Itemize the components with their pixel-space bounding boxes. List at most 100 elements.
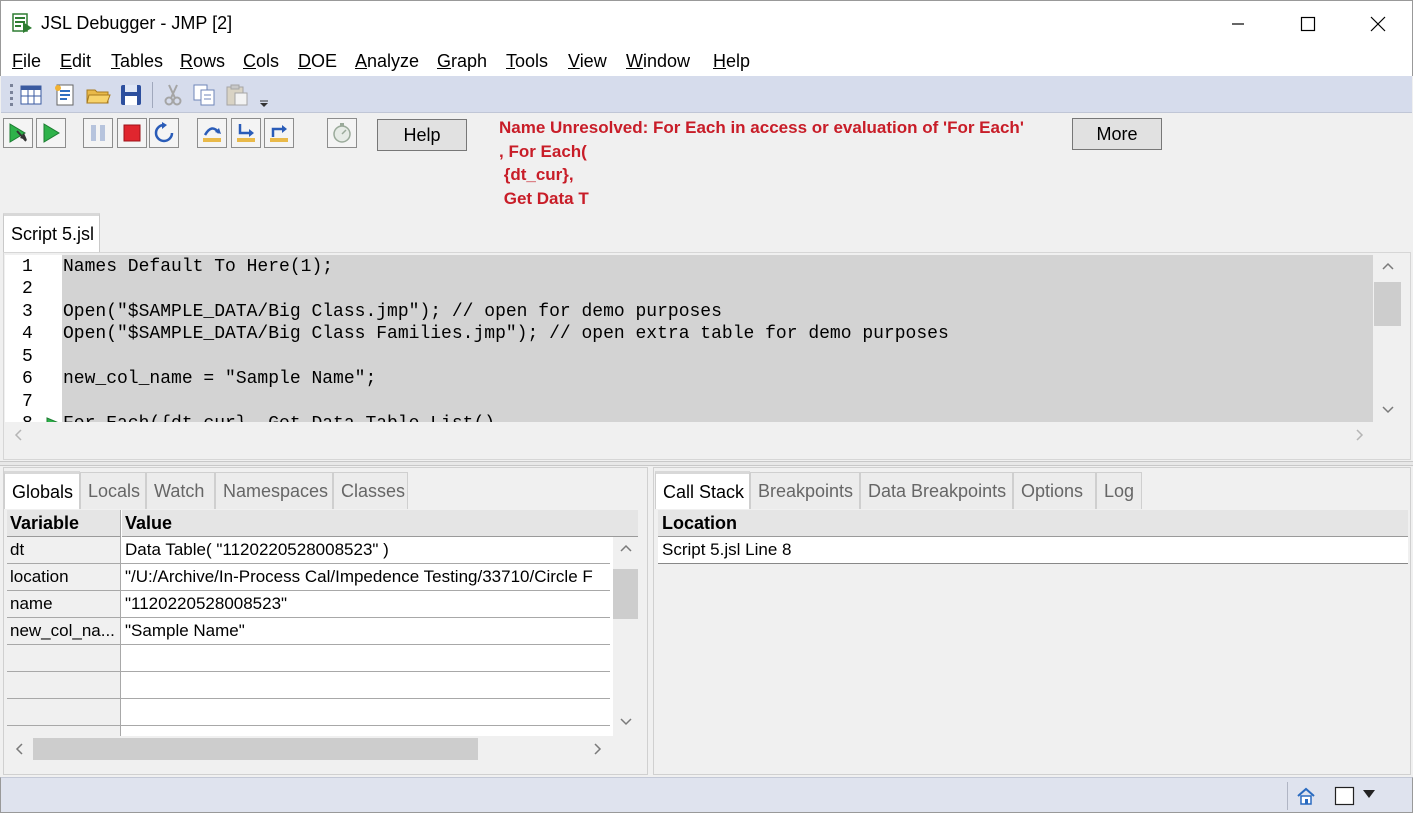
menu-file[interactable]: File — [12, 51, 41, 72]
maximize-button[interactable] — [1273, 1, 1343, 47]
current-line-arrow-icon — [46, 417, 58, 422]
new-data-table-icon[interactable] — [18, 82, 44, 108]
minimize-icon — [1232, 23, 1244, 25]
column-header-value[interactable]: Value — [122, 510, 638, 537]
menu-tables[interactable]: Tables — [111, 51, 163, 72]
tab-log[interactable]: Log — [1096, 472, 1142, 509]
more-button[interactable]: More — [1072, 118, 1162, 150]
open-folder-icon[interactable] — [85, 82, 111, 108]
column-header-location[interactable]: Location — [658, 510, 1408, 537]
scroll-left-icon[interactable] — [13, 428, 23, 442]
table-row[interactable]: location "/U:/Archive/In-Process Cal/Impe… — [7, 564, 610, 591]
tab-script-5[interactable]: Script 5.jsl — [3, 213, 100, 253]
menu-view[interactable]: View — [568, 51, 607, 72]
status-separator — [1287, 782, 1288, 810]
column-header-variable[interactable]: Variable — [7, 510, 121, 537]
table-row[interactable]: name "1120220528008523" — [7, 591, 610, 618]
menu-help[interactable]: Help — [713, 51, 750, 72]
window-title: JSL Debugger - JMP [2] — [41, 13, 233, 33]
pause-button[interactable] — [83, 118, 113, 148]
menu-window[interactable]: Window — [626, 51, 690, 72]
save-icon[interactable] — [118, 82, 144, 108]
menu-bar: File Edit Tables Rows Cols DOE Analyze G… — [0, 46, 1413, 76]
help-button[interactable]: Help — [377, 119, 467, 151]
restart-button[interactable] — [149, 118, 179, 148]
error-message-line: {dt_cur}, — [499, 165, 574, 184]
error-message-line: Get Data T — [499, 189, 589, 208]
menu-analyze[interactable]: Analyze — [355, 51, 419, 72]
scroll-down-icon[interactable] — [619, 717, 633, 727]
step-into-button[interactable] — [231, 118, 261, 148]
run-without-breakpoints-button[interactable] — [3, 118, 33, 148]
scroll-up-icon[interactable] — [1381, 261, 1395, 271]
line-number: 4 — [22, 324, 33, 344]
dropdown-arrow-icon[interactable] — [1362, 788, 1376, 800]
scroll-thumb[interactable] — [1374, 282, 1401, 326]
code-line: 3 Open("$SAMPLE_DATA/Big Class.jmp"); // … — [22, 302, 722, 322]
tab-namespaces[interactable]: Namespaces — [215, 472, 333, 509]
script-editor[interactable]: 1 Names Default To Here(1); 2 3 Open("$SAM… — [3, 252, 1411, 460]
editor-vertical-scrollbar[interactable] — [1373, 255, 1403, 422]
cut-icon[interactable] — [160, 82, 186, 108]
callstack-pane: Call Stack Breakpoints Data Breakpoints … — [653, 467, 1411, 775]
globals-horizontal-scrollbar[interactable] — [7, 736, 638, 762]
window-list-icon[interactable] — [1334, 786, 1356, 806]
tab-locals[interactable]: Locals — [80, 472, 146, 509]
tab-watch[interactable]: Watch — [146, 472, 215, 509]
toolbar-grip[interactable] — [10, 84, 13, 106]
tab-breakpoints[interactable]: Breakpoints — [750, 472, 860, 509]
run-button[interactable] — [36, 118, 66, 148]
table-row[interactable]: new_col_na... "Sample Name" — [7, 618, 610, 645]
scroll-right-icon[interactable] — [593, 742, 603, 756]
minimize-button[interactable] — [1203, 1, 1273, 47]
code-line: 5 — [5, 347, 1373, 370]
tab-options[interactable]: Options — [1013, 472, 1096, 509]
restart-icon — [154, 122, 174, 143]
scroll-down-icon[interactable] — [1381, 405, 1395, 415]
scroll-up-icon[interactable] — [619, 543, 633, 553]
menu-doe[interactable]: DOE — [298, 51, 337, 72]
table-row-empty[interactable] — [7, 672, 610, 699]
menu-cols[interactable]: Cols — [243, 51, 279, 72]
standard-toolbar — [1, 76, 1412, 113]
tab-globals[interactable]: Globals — [4, 471, 80, 509]
scroll-right-icon[interactable] — [1355, 428, 1365, 442]
step-over-button[interactable] — [197, 118, 227, 148]
toolbar-overflow-icon[interactable] — [257, 82, 271, 108]
menu-tools[interactable]: Tools — [506, 51, 548, 72]
globals-vertical-scrollbar[interactable] — [613, 537, 638, 736]
code-line: 4 Open("$SAMPLE_DATA/Big Class Families.j… — [22, 324, 949, 344]
close-icon — [1370, 16, 1386, 32]
scroll-thumb[interactable] — [33, 738, 478, 760]
new-script-icon[interactable] — [52, 82, 78, 108]
line-number: 3 — [22, 302, 33, 322]
home-icon[interactable] — [1295, 786, 1317, 806]
table-row-empty[interactable] — [7, 726, 610, 736]
table-row[interactable]: dt Data Table( "1120220528008523" ) — [7, 537, 610, 564]
scroll-left-icon[interactable] — [14, 742, 24, 756]
toolbar-separator — [152, 82, 153, 108]
step-out-button[interactable] — [264, 118, 294, 148]
jmp-app-icon — [12, 12, 34, 34]
scroll-thumb[interactable] — [613, 569, 638, 619]
menu-graph[interactable]: Graph — [437, 51, 487, 72]
code-line: 2 — [5, 279, 1373, 302]
paste-icon[interactable] — [224, 82, 250, 108]
close-button[interactable] — [1343, 1, 1413, 47]
menu-rows[interactable]: Rows — [180, 51, 225, 72]
tab-classes[interactable]: Classes — [333, 472, 408, 509]
copy-icon[interactable] — [191, 82, 217, 108]
call-stack-table[interactable]: Location Script 5.jsl Line 8 — [658, 510, 1408, 772]
table-row-empty[interactable] — [7, 645, 610, 672]
globals-table[interactable]: Variable Value dt Data Table( "1120220528… — [7, 510, 638, 736]
table-row-empty[interactable] — [7, 699, 610, 726]
editor-horizontal-scrollbar[interactable] — [5, 422, 1373, 446]
tab-data-breakpoints[interactable]: Data Breakpoints — [860, 472, 1013, 509]
tab-call-stack[interactable]: Call Stack — [655, 471, 750, 509]
clear-breakpoints-button[interactable] — [327, 118, 357, 148]
menu-edit[interactable]: Edit — [60, 51, 91, 72]
code-area[interactable]: 1 Names Default To Here(1); 2 3 Open("$SAM… — [5, 255, 1373, 422]
pane-splitter[interactable] — [0, 461, 1413, 466]
stop-button[interactable] — [117, 118, 147, 148]
call-stack-row[interactable]: Script 5.jsl Line 8 — [658, 537, 1408, 564]
